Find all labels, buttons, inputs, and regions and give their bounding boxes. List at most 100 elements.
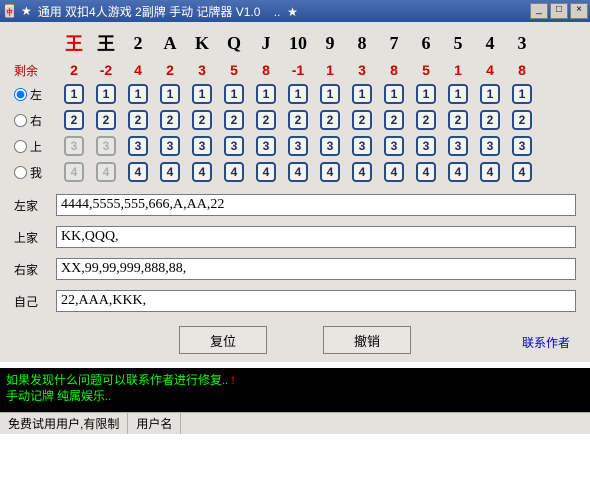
count-button: 4 [96,162,116,182]
count-button[interactable]: 3 [416,136,436,156]
remaining-cell: 3 [186,62,218,78]
count-button[interactable]: 1 [288,84,308,104]
card-header-cell: 7 [378,33,410,54]
count-button[interactable]: 3 [512,136,532,156]
count-button[interactable]: 3 [448,136,468,156]
card-header-cell: 6 [410,33,442,54]
player-row: 上家 [14,226,576,248]
count-button[interactable]: 3 [352,136,372,156]
count-button[interactable]: 3 [256,136,276,156]
count-button[interactable]: 3 [192,136,212,156]
count-button[interactable]: 3 [320,136,340,156]
count-button[interactable]: 2 [128,110,148,130]
star-icon: ★ [21,4,32,18]
count-button[interactable]: 3 [160,136,180,156]
player-input[interactable] [56,194,576,216]
remaining-cell: 5 [218,62,250,78]
count-button[interactable]: 4 [192,162,212,182]
remaining-cell: 1 [314,62,346,78]
count-button[interactable]: 3 [288,136,308,156]
count-button[interactable]: 1 [416,84,436,104]
row-radio[interactable] [14,114,27,127]
count-button[interactable]: 1 [384,84,404,104]
count-button[interactable]: 1 [96,84,116,104]
count-button[interactable]: 3 [128,136,148,156]
maximize-button[interactable]: □ [550,3,568,19]
card-header-cell: 2 [122,33,154,54]
row-radio-label[interactable]: 我 [14,164,58,181]
count-button[interactable]: 1 [224,84,244,104]
count-button[interactable]: 1 [320,84,340,104]
row-radio[interactable] [14,88,27,101]
card-header-cell: 10 [282,33,314,54]
count-button[interactable]: 1 [512,84,532,104]
count-button[interactable]: 3 [480,136,500,156]
count-button[interactable]: 3 [384,136,404,156]
status-username-label: 用户名 [128,413,181,434]
count-button[interactable]: 1 [128,84,148,104]
remaining-cell: 8 [378,62,410,78]
console: 如果发现什么问题可以联系作者进行修复.. ! 手动记牌 纯属娱乐.. [0,368,590,412]
undo-button[interactable]: 撤销 [323,326,411,354]
player-label: 自己 [14,293,56,310]
statusbar: 免费试用用户,有限制 用户名 [0,412,590,434]
count-button[interactable]: 1 [352,84,372,104]
card-header-cell: 5 [442,33,474,54]
count-button[interactable]: 2 [288,110,308,130]
count-button[interactable]: 4 [448,162,468,182]
count-button[interactable]: 2 [256,110,276,130]
count-button[interactable]: 4 [384,162,404,182]
player-label: 上家 [14,229,56,246]
count-button[interactable]: 1 [160,84,180,104]
remaining-cell: -2 [90,62,122,78]
count-button[interactable]: 4 [160,162,180,182]
count-button[interactable]: 2 [448,110,468,130]
count-button[interactable]: 2 [96,110,116,130]
count-button[interactable]: 2 [320,110,340,130]
count-button[interactable]: 4 [512,162,532,182]
row-radio-label[interactable]: 右 [14,112,58,129]
count-button[interactable]: 4 [224,162,244,182]
count-button[interactable]: 4 [320,162,340,182]
count-button[interactable]: 4 [256,162,276,182]
app-icon: 🀄 [2,4,17,18]
count-button[interactable]: 2 [224,110,244,130]
minimize-button[interactable]: _ [530,3,548,19]
contact-author-link[interactable]: 联系作者 [522,334,570,351]
remaining-cell: 1 [442,62,474,78]
button-row: 复位 撤销 联系作者 [14,326,576,354]
row-radio[interactable] [14,140,27,153]
reset-button[interactable]: 复位 [179,326,267,354]
player-input[interactable] [56,290,576,312]
card-header-cell: K [186,33,218,54]
row-radio[interactable] [14,166,27,179]
row-radio-label[interactable]: 上 [14,138,58,155]
player-input[interactable] [56,258,576,280]
count-button: 3 [96,136,116,156]
count-button[interactable]: 1 [192,84,212,104]
count-button[interactable]: 1 [448,84,468,104]
count-button[interactable]: 2 [384,110,404,130]
row-radio-label[interactable]: 左 [14,86,58,103]
count-button[interactable]: 2 [160,110,180,130]
count-button[interactable]: 1 [256,84,276,104]
remaining-cell: 8 [250,62,282,78]
count-button[interactable]: 4 [416,162,436,182]
count-button[interactable]: 4 [480,162,500,182]
player-input[interactable] [56,226,576,248]
count-button[interactable]: 1 [64,84,84,104]
count-button: 4 [64,162,84,182]
count-button[interactable]: 1 [480,84,500,104]
count-button[interactable]: 2 [416,110,436,130]
count-button[interactable]: 4 [128,162,148,182]
count-button: 3 [64,136,84,156]
close-button[interactable]: × [570,3,588,19]
count-button[interactable]: 2 [352,110,372,130]
count-button[interactable]: 2 [480,110,500,130]
count-button[interactable]: 2 [512,110,532,130]
count-button[interactable]: 4 [288,162,308,182]
count-button[interactable]: 3 [224,136,244,156]
count-button[interactable]: 4 [352,162,372,182]
count-button[interactable]: 2 [192,110,212,130]
count-button[interactable]: 2 [64,110,84,130]
